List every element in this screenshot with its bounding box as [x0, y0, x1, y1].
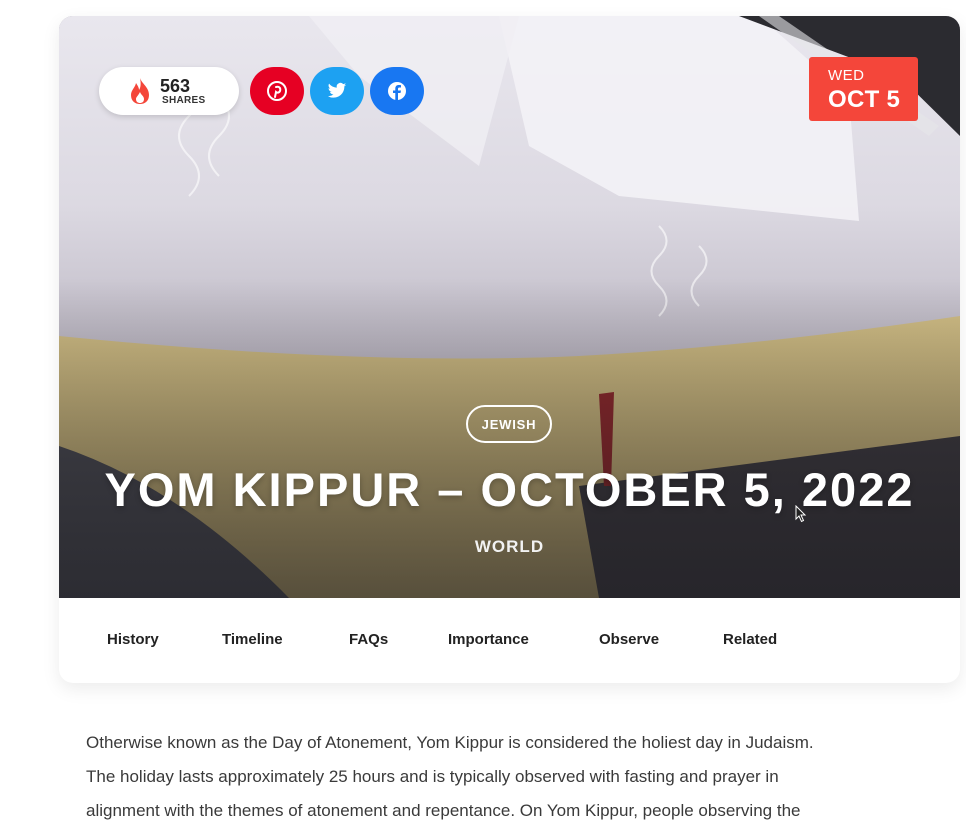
pinterest-share-button[interactable]: [250, 67, 304, 115]
date-badge-date: OCT 5: [828, 86, 901, 113]
nav-item-history[interactable]: History: [107, 631, 159, 648]
nav-item-timeline[interactable]: Timeline: [222, 631, 283, 648]
pinterest-icon: [267, 81, 287, 101]
event-card: 563 SHARES WED OCT 5 JEWISH YOM KIPPUR –…: [59, 16, 960, 683]
nav-item-faqs[interactable]: FAQs: [349, 631, 388, 648]
facebook-icon: [388, 82, 406, 101]
article-line: Otherwise known as the Day of Atonement,…: [86, 733, 814, 752]
category-tag[interactable]: JEWISH: [466, 405, 552, 443]
nav-item-observe[interactable]: Observe: [599, 631, 659, 648]
share-count: 563: [160, 76, 191, 96]
article-line: The holiday lasts approximately 25 hours…: [86, 767, 779, 786]
article-body: Otherwise known as the Day of Atonement,…: [86, 726, 926, 828]
date-badge-day: WED: [828, 67, 865, 84]
facebook-share-button[interactable]: [370, 67, 424, 115]
date-badge: WED OCT 5: [809, 57, 918, 121]
twitter-icon: [327, 82, 347, 98]
mouse-cursor-icon: [795, 505, 807, 523]
page-title: YOM KIPPUR – OCTOBER 5, 2022: [104, 463, 915, 516]
nav-item-related[interactable]: Related: [723, 631, 777, 648]
share-label: SHARES: [162, 95, 206, 106]
nav-item-importance[interactable]: Importance: [448, 631, 529, 648]
share-count-pill: 563 SHARES: [99, 67, 239, 115]
page-subtitle: WORLD: [474, 537, 545, 556]
hero-image: 563 SHARES WED OCT 5 JEWISH YOM KIPPUR –…: [59, 16, 960, 598]
flame-icon: [131, 78, 149, 104]
twitter-share-button[interactable]: [310, 67, 364, 115]
article-line: alignment with the themes of atonement a…: [86, 801, 801, 820]
section-nav: History Timeline FAQs Importance Observe…: [59, 598, 960, 683]
